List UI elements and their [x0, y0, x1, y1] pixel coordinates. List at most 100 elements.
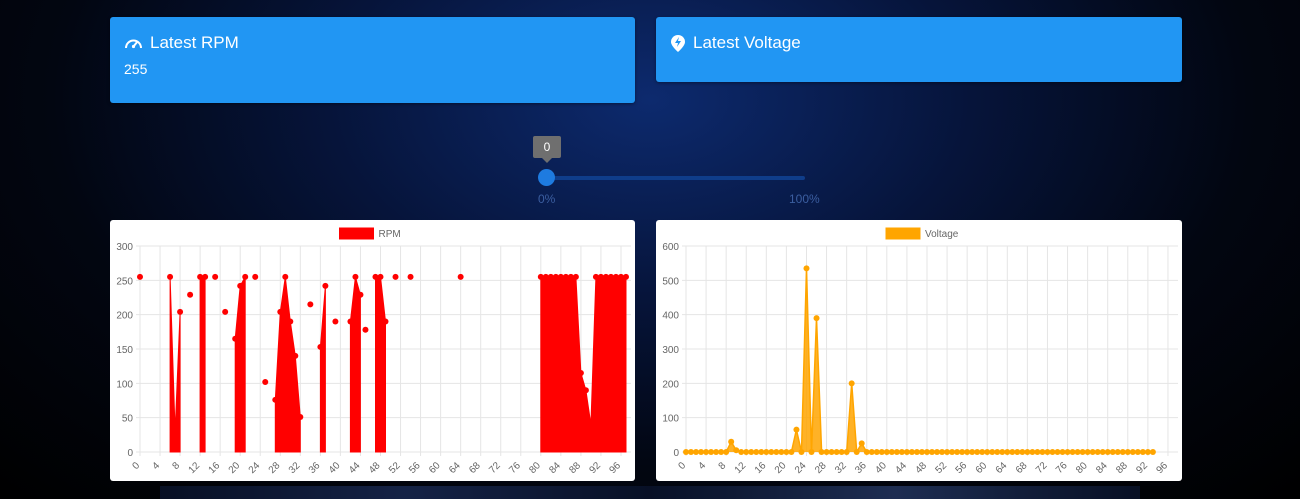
data-point [622, 273, 629, 280]
series-area [199, 276, 206, 453]
x-tick-label: 44 [893, 460, 909, 476]
y-tick-label: 100 [662, 414, 679, 425]
speedometer-icon [124, 35, 143, 52]
x-tick-label: 92 [1134, 460, 1150, 476]
y-tick-label: 400 [662, 311, 679, 322]
data-point [232, 335, 239, 342]
slider-thumb[interactable] [538, 169, 555, 186]
data-point [457, 273, 464, 280]
x-tick-label: 84 [547, 460, 563, 476]
data-point [362, 326, 369, 333]
x-tick-label: 68 [467, 460, 483, 476]
y-tick-label: 50 [122, 414, 134, 425]
y-tick-label: 150 [116, 345, 133, 356]
x-tick-label: 64 [994, 460, 1010, 476]
data-point [187, 291, 194, 298]
data-point [222, 308, 229, 315]
x-tick-label: 40 [873, 460, 889, 476]
footer-banner [160, 486, 1140, 499]
data-point [317, 343, 324, 350]
data-point [848, 380, 855, 387]
data-point [572, 273, 579, 280]
series-area [169, 276, 181, 453]
x-tick-label: 84 [1094, 460, 1110, 476]
data-point [352, 273, 359, 280]
latest-voltage-title: Latest Voltage [693, 33, 801, 52]
data-point [803, 265, 810, 272]
legend-swatch [885, 227, 921, 240]
voltage-chart-svg: Voltage01002003004005006000 4 8 12 16 20 24 28 3… [662, 227, 1178, 476]
series-area [319, 285, 326, 453]
data-point [167, 273, 174, 280]
x-tick-label: 36 [853, 460, 869, 476]
x-tick-label: 12 [733, 460, 749, 476]
series-area [349, 276, 361, 453]
x-tick-label: 16 [753, 460, 769, 476]
series-area [686, 268, 1153, 452]
latest-rpm-value: 255 [124, 61, 148, 77]
series-area [274, 276, 301, 453]
data-point [1149, 449, 1156, 455]
x-tick-label: 36 [307, 460, 323, 476]
x-tick-label: 40 [327, 460, 343, 476]
x-tick-label: 48 [913, 460, 929, 476]
y-tick-label: 0 [127, 448, 133, 459]
x-tick-label: 20 [773, 460, 789, 476]
data-point [853, 449, 860, 455]
y-tick-label: 500 [662, 276, 679, 287]
y-tick-label: 200 [662, 379, 679, 390]
x-tick-label: 80 [1074, 460, 1090, 476]
y-tick-label: 300 [116, 242, 133, 253]
data-point [322, 282, 329, 289]
rpm-chart-svg: RPM0501001502002503000 4 8 12 16 20 24 28 32 36 40… [116, 227, 631, 476]
data-point [307, 301, 314, 308]
data-point [242, 273, 249, 280]
x-tick-label: 88 [567, 460, 583, 476]
x-tick-label: 12 [187, 460, 203, 476]
legend-label: RPM [379, 229, 401, 240]
data-point [287, 318, 294, 325]
x-tick-label: 72 [1034, 460, 1050, 476]
x-tick-label: 28 [267, 460, 283, 476]
series-area [375, 276, 386, 453]
x-tick-label: 68 [1014, 460, 1030, 476]
x-tick-label: 0 [676, 460, 688, 472]
slider-track[interactable] [546, 176, 805, 180]
data-point [382, 318, 389, 325]
data-point [137, 273, 143, 280]
y-tick-label: 100 [116, 379, 133, 390]
legend-swatch [339, 227, 374, 240]
y-tick-label: 600 [662, 242, 679, 253]
x-tick-label: 60 [974, 460, 990, 476]
data-point [582, 387, 589, 394]
voltage-icon [670, 34, 686, 53]
x-tick-label: 4 [696, 460, 708, 472]
slider-value-tooltip: 0 [533, 136, 561, 163]
data-point [377, 273, 384, 280]
rpm-chart: RPM 0 50 100 150 200 250 300 0 4 8 12 16 20 24 28 32 36 40… [110, 220, 635, 481]
x-tick-label: 92 [587, 460, 603, 476]
voltage-chart: Voltage 0 100 200 300 400 500 600 0 4 8 12 16 20 24 28 3… [656, 220, 1182, 481]
x-tick-label: 24 [247, 460, 263, 476]
data-point [392, 273, 399, 280]
data-point [172, 428, 179, 435]
latest-voltage-card: Latest Voltage [656, 17, 1182, 82]
range-slider[interactable]: 0 0% 100% [533, 136, 820, 210]
data-point [332, 318, 339, 325]
x-tick-label: 56 [954, 460, 970, 476]
data-point [723, 449, 730, 455]
x-tick-label: 60 [427, 460, 443, 476]
data-point [292, 352, 299, 359]
data-point [813, 315, 820, 322]
data-point [808, 449, 815, 455]
data-point [262, 378, 269, 385]
x-tick-label: 32 [287, 460, 303, 476]
x-tick-label: 28 [813, 460, 829, 476]
latest-rpm-header: Latest RPM [124, 33, 239, 53]
series-area [540, 276, 627, 453]
x-tick-label: 8 [717, 460, 729, 472]
x-tick-label: 52 [934, 460, 950, 476]
data-point [252, 273, 259, 280]
data-point [202, 273, 209, 280]
data-point [798, 449, 805, 455]
